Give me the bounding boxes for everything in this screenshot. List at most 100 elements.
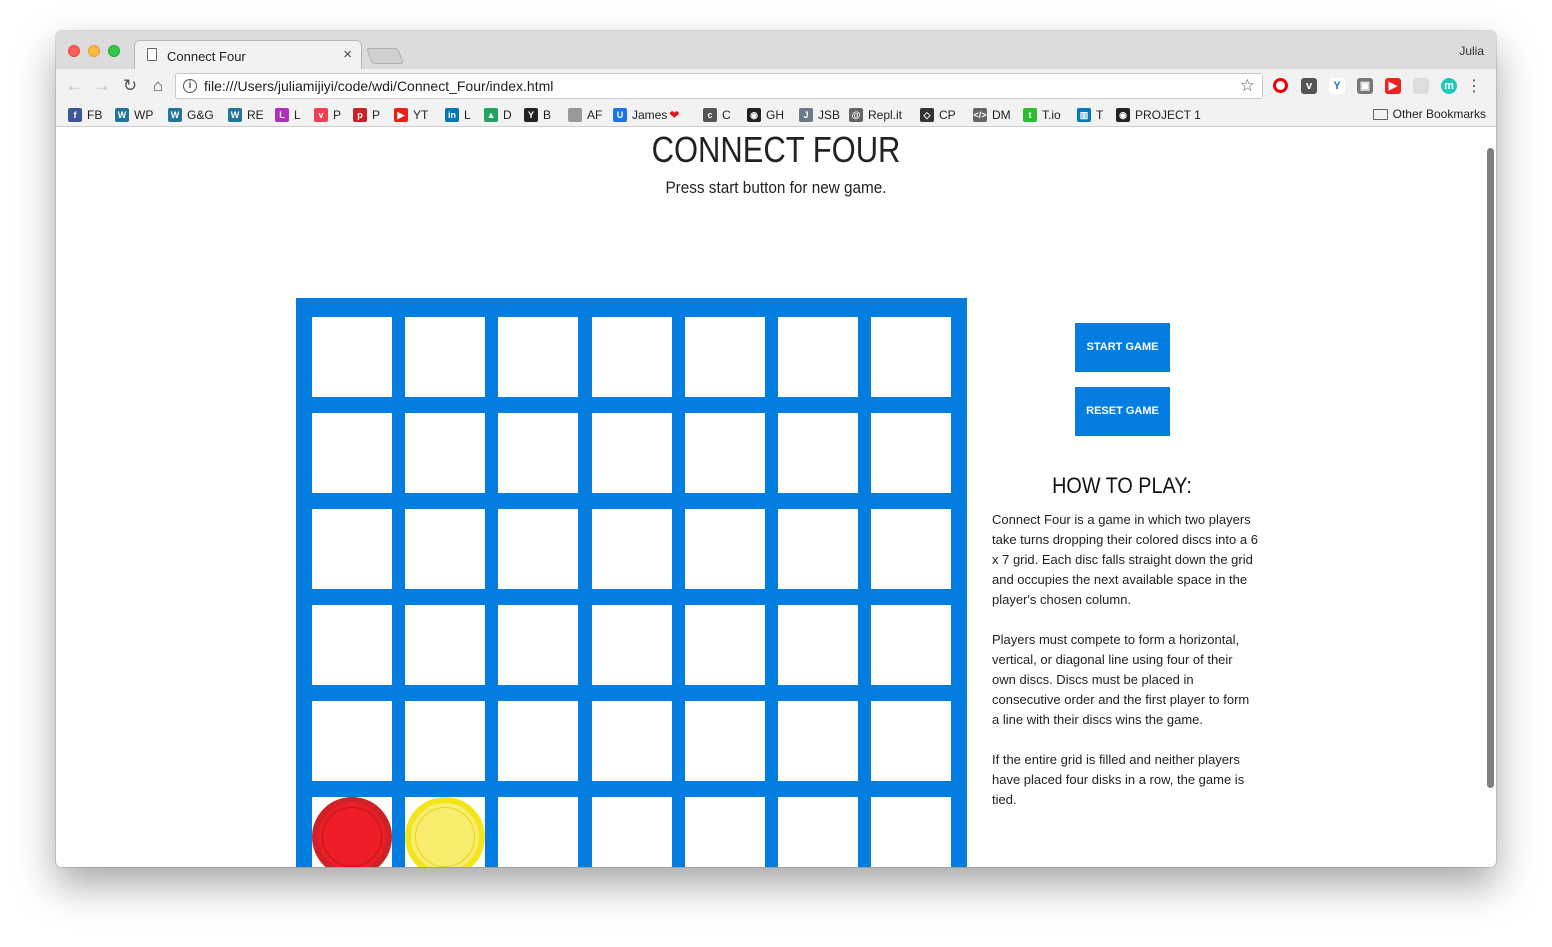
bookmark-label: RE (247, 108, 264, 122)
board-cell[interactable] (871, 797, 951, 867)
bookmark-label: CP (939, 108, 956, 122)
home-icon[interactable]: ⌂ (148, 76, 168, 96)
page-content: CONNECT FOUR Press start button for new … (56, 128, 1496, 867)
start-game-button[interactable]: START GAME (1075, 323, 1170, 372)
other-bookmarks[interactable]: Other Bookmarks (1372, 107, 1486, 121)
board-cell[interactable] (312, 413, 392, 493)
bookmark-star-icon[interactable]: ☆ (1240, 76, 1255, 96)
vimeo-icon[interactable]: Y (1329, 78, 1345, 94)
board-cell[interactable] (871, 317, 951, 397)
board-cell[interactable] (685, 605, 765, 685)
reset-game-button[interactable]: RESET GAME (1075, 387, 1170, 436)
board-cell[interactable] (312, 317, 392, 397)
board-cell[interactable] (498, 701, 578, 781)
board-cell[interactable] (685, 317, 765, 397)
bookmark-yt[interactable]: ▶ YT (394, 107, 428, 123)
bookmark-fb[interactable]: f FB (68, 107, 102, 123)
forward-icon[interactable]: → (92, 76, 112, 96)
bookmark-t-io[interactable]: t T.io (1023, 107, 1061, 123)
board-cell[interactable] (498, 317, 578, 397)
url-text[interactable]: file:///Users/juliamijiyi/code/wdi/Conne… (204, 78, 553, 94)
board-cell[interactable] (592, 701, 672, 781)
board-cell[interactable] (405, 413, 485, 493)
board-cell[interactable] (592, 317, 672, 397)
bookmark-t[interactable]: ▥ T (1077, 107, 1103, 123)
board-cell[interactable] (685, 509, 765, 589)
board-cell[interactable] (592, 413, 672, 493)
board-cell[interactable] (312, 797, 392, 867)
bookmark-james[interactable]: U James ❤ (613, 107, 679, 123)
board-cell[interactable] (592, 605, 672, 685)
board-cell[interactable] (685, 701, 765, 781)
extension-icon[interactable]: ▣ (1357, 78, 1373, 94)
bookmark-d[interactable]: ▲ D (484, 107, 512, 123)
video-extension-icon[interactable]: ▶ (1385, 78, 1401, 94)
board-cell[interactable] (498, 605, 578, 685)
board-cell[interactable] (778, 797, 858, 867)
scrollbar[interactable] (1487, 148, 1494, 788)
opera-icon[interactable] (1273, 78, 1288, 93)
game-board (296, 298, 967, 867)
board-cell[interactable] (871, 701, 951, 781)
how-to-play-paragraph: If the entire grid is filled and neither… (992, 752, 1245, 807)
pocket-icon[interactable]: v (1301, 78, 1317, 94)
board-cell[interactable] (405, 605, 485, 685)
bookmark-label: D (503, 108, 512, 122)
board-cell[interactable] (778, 413, 858, 493)
close-window-button[interactable] (68, 45, 80, 57)
board-cell[interactable] (778, 605, 858, 685)
browser-toolbar: ← → ↻ ⌂ i file:///Users/juliamijiyi/code… (56, 69, 1496, 103)
board-cell[interactable] (312, 701, 392, 781)
board-cell[interactable] (405, 701, 485, 781)
board-cell[interactable] (592, 509, 672, 589)
lynda-icon: L (275, 108, 289, 122)
momentum-icon[interactable]: m (1441, 78, 1457, 94)
board-cell[interactable] (405, 317, 485, 397)
board-cell[interactable] (498, 797, 578, 867)
bookmark-p[interactable]: pP (353, 107, 380, 123)
bookmark-gh[interactable]: ◉ GH (747, 107, 784, 123)
bookmark-l[interactable]: in L (445, 107, 471, 123)
board-cell[interactable] (312, 509, 392, 589)
back-icon[interactable]: ← (64, 76, 84, 96)
menu-icon[interactable]: ⋮ (1466, 76, 1482, 96)
bookmark-af[interactable]: AF (568, 107, 602, 123)
board-cell[interactable] (592, 797, 672, 867)
profile-name[interactable]: Julia (1459, 44, 1484, 58)
board-cell[interactable] (871, 509, 951, 589)
how-to-play-title: HOW TO PLAY: (1052, 473, 1192, 498)
minimize-window-button[interactable] (88, 45, 100, 57)
board-cell[interactable] (312, 605, 392, 685)
bookmark-repl-it[interactable]: @ Repl.it (849, 107, 902, 123)
address-bar[interactable]: i file:///Users/juliamijiyi/code/wdi/Con… (175, 73, 1263, 99)
info-icon[interactable]: i (183, 79, 197, 93)
bookmark-re[interactable]: W RE (228, 107, 264, 123)
tab-close-icon[interactable]: × (343, 46, 352, 63)
bookmark-jsb[interactable]: J JSB (799, 107, 840, 123)
bookmark-b[interactable]: YB (524, 107, 551, 123)
bookmark-l[interactable]: LL (275, 107, 301, 123)
bookmark-wp[interactable]: W WP (115, 107, 153, 123)
maximize-window-button[interactable] (108, 45, 120, 57)
extension-grey-icon[interactable] (1413, 78, 1429, 94)
bookmark-cp[interactable]: ◇ CP (920, 107, 956, 123)
tab-connect-four[interactable]: Connect Four × (134, 40, 362, 70)
board-cell[interactable] (498, 413, 578, 493)
board-cell[interactable] (778, 509, 858, 589)
bookmark-c[interactable]: cC (703, 107, 731, 123)
bookmark-p[interactable]: vP (314, 107, 341, 123)
bookmark-dm[interactable]: </> DM (973, 107, 1011, 123)
new-tab-button[interactable] (366, 48, 404, 64)
board-cell[interactable] (405, 797, 485, 867)
board-cell[interactable] (685, 413, 765, 493)
board-cell[interactable] (778, 701, 858, 781)
reload-icon[interactable]: ↻ (120, 76, 140, 96)
bookmark-g-g[interactable]: W G&G (168, 107, 214, 123)
board-cell[interactable] (778, 317, 858, 397)
bookmark-project-1[interactable]: ◉ PROJECT 1 (1116, 107, 1201, 123)
board-cell[interactable] (871, 413, 951, 493)
board-cell[interactable] (871, 605, 951, 685)
board-cell[interactable] (498, 509, 578, 589)
board-cell[interactable] (685, 797, 765, 867)
board-cell[interactable] (405, 509, 485, 589)
